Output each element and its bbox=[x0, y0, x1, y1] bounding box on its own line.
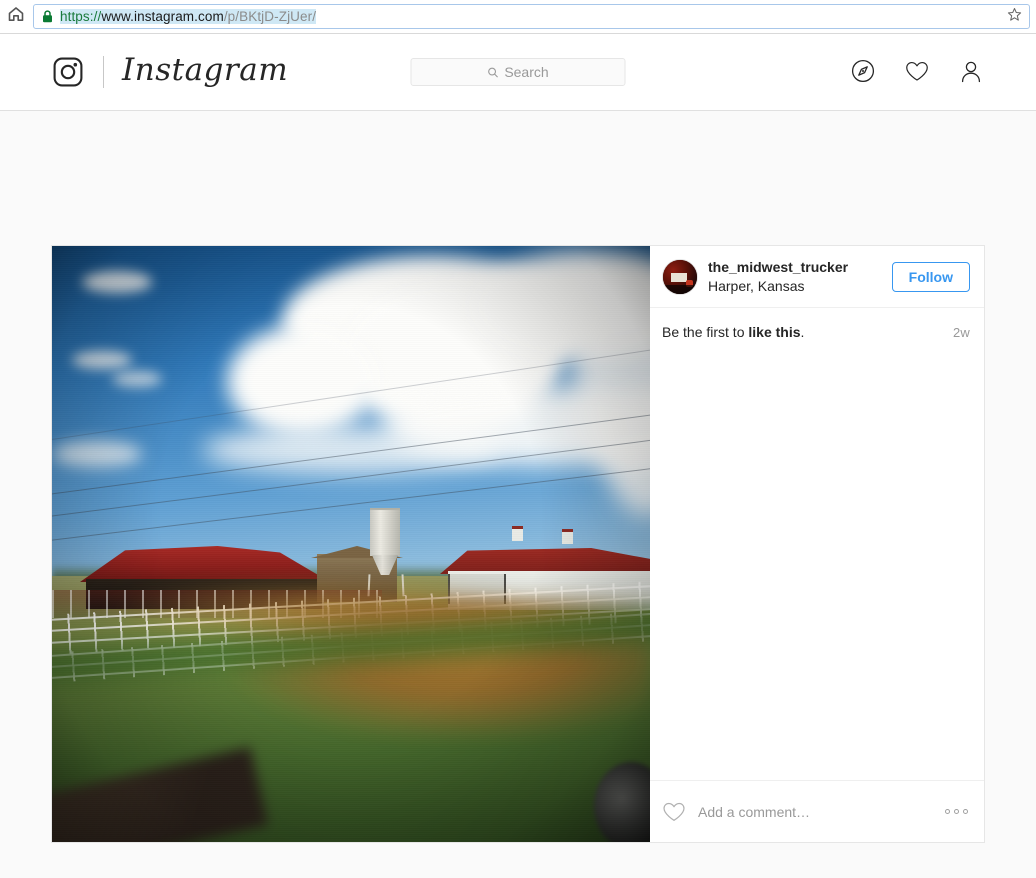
search-icon bbox=[487, 67, 498, 78]
post-sidebar: the_midwest_trucker Harper, Kansas Follo… bbox=[650, 246, 984, 842]
home-button[interactable] bbox=[4, 5, 28, 29]
author-info: the_midwest_trucker Harper, Kansas bbox=[708, 258, 882, 295]
likes-prefix: Be the first to bbox=[662, 324, 749, 340]
profile-person-icon[interactable] bbox=[959, 59, 983, 83]
lock-icon bbox=[42, 10, 53, 23]
cloud bbox=[112, 371, 162, 387]
star-icon bbox=[1007, 7, 1022, 27]
cloud bbox=[227, 326, 377, 436]
likes-text: Be the first to like this. bbox=[662, 324, 945, 340]
follow-button[interactable]: Follow bbox=[891, 261, 970, 292]
post-header: the_midwest_trucker Harper, Kansas Follo… bbox=[650, 246, 984, 308]
brand-wordmark: Instagram bbox=[122, 52, 289, 88]
logo-divider bbox=[103, 56, 104, 88]
activity-heart-icon[interactable] bbox=[905, 59, 929, 83]
avatar[interactable] bbox=[662, 258, 698, 295]
search-input[interactable]: Search bbox=[410, 58, 626, 86]
more-options-icon[interactable] bbox=[943, 805, 970, 818]
url-scheme: https:// bbox=[60, 9, 102, 24]
comment-input[interactable] bbox=[698, 803, 931, 820]
home-icon bbox=[7, 5, 25, 28]
username-link[interactable]: the_midwest_trucker bbox=[708, 258, 882, 276]
comments-area bbox=[650, 340, 984, 780]
cloud bbox=[52, 441, 142, 467]
address-bar[interactable]: https://www.instagram.com/p/BKtjD-ZjUer/ bbox=[33, 4, 1030, 29]
search-placeholder: Search bbox=[504, 64, 549, 80]
location-link[interactable]: Harper, Kansas bbox=[708, 277, 882, 295]
url-path: /p/BKtjD-ZjUer/ bbox=[223, 9, 317, 24]
likes-row: Be the first to like this. 2w bbox=[650, 308, 984, 340]
cloud bbox=[82, 271, 152, 293]
instagram-camera-icon bbox=[53, 57, 83, 87]
like-this-link[interactable]: like this bbox=[748, 324, 800, 340]
url-host: www.instagram.com bbox=[101, 9, 224, 24]
post-photo[interactable] bbox=[52, 246, 650, 842]
page-body: the_midwest_trucker Harper, Kansas Follo… bbox=[0, 111, 1036, 878]
nav-icon-group bbox=[851, 59, 983, 83]
browser-chrome: https://www.instagram.com/p/BKtjD-ZjUer/ bbox=[0, 0, 1036, 34]
cloud bbox=[72, 351, 132, 369]
post-card: the_midwest_trucker Harper, Kansas Follo… bbox=[51, 245, 985, 843]
grain-silo bbox=[370, 508, 400, 578]
likes-suffix: . bbox=[800, 324, 805, 340]
like-heart-icon[interactable] bbox=[662, 800, 686, 824]
instagram-logo[interactable]: Instagram bbox=[53, 55, 288, 89]
post-timestamp: 2w bbox=[952, 325, 970, 340]
instagram-navbar: Instagram Search bbox=[0, 34, 1036, 111]
bookmark-star-button[interactable] bbox=[1003, 6, 1025, 28]
comment-bar bbox=[650, 780, 984, 842]
url-text[interactable]: https://www.instagram.com/p/BKtjD-ZjUer/ bbox=[60, 9, 1003, 24]
explore-compass-icon[interactable] bbox=[851, 59, 875, 83]
search-container: Search bbox=[410, 58, 626, 86]
